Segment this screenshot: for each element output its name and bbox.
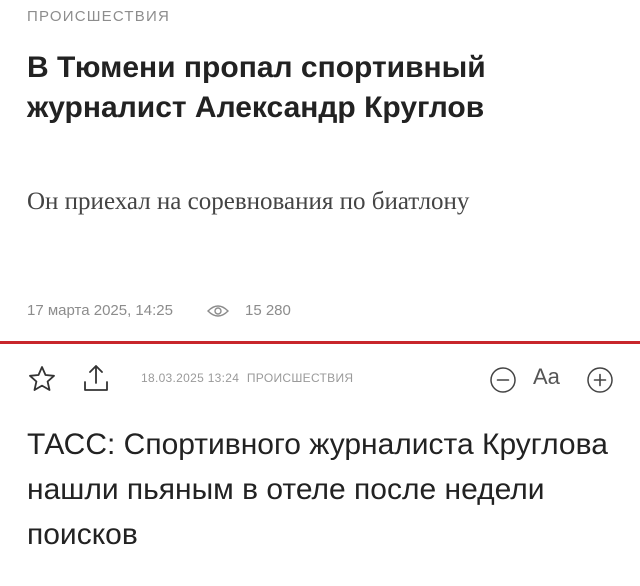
share-icon[interactable] [80,362,112,394]
plus-circle-icon[interactable] [586,366,614,394]
publish-datetime: 18.03.2025 13:24 [141,371,240,385]
eye-icon [206,304,229,317]
article-meta: 17 марта 2025, 14:25 15 280 [27,302,291,319]
first-article: ПРОИСШЕСТВИЯ В Тюмени пропал спортивный … [0,0,640,340]
article-title[interactable]: ТАСС: Спортивного журналиста Круглова на… [27,422,627,557]
category-label[interactable]: ПРОИСШЕСТВИЯ [27,8,170,25]
star-icon[interactable] [27,364,57,394]
article-meta: 18.03.2025 13:24 ПРОИСШЕСТВИЯ [141,371,353,385]
article-title[interactable]: В Тюмени пропал спортивный журналист Але… [27,48,627,128]
second-article: 18.03.2025 13:24 ПРОИСШЕСТВИЯ Aa ТАСС: С… [0,344,640,586]
minus-circle-icon[interactable] [489,366,517,394]
font-size-label: Aa [533,364,560,389]
article-lead: Он приехал на соревнования по биатлону [27,188,470,215]
views-count: 15 280 [244,302,291,319]
category-label[interactable]: ПРОИСШЕСТВИЯ [247,371,354,385]
publish-datetime: 17 марта 2025, 14:25 [27,302,173,319]
article-toolbar: 18.03.2025 13:24 ПРОИСШЕСТВИЯ Aa [0,360,640,400]
